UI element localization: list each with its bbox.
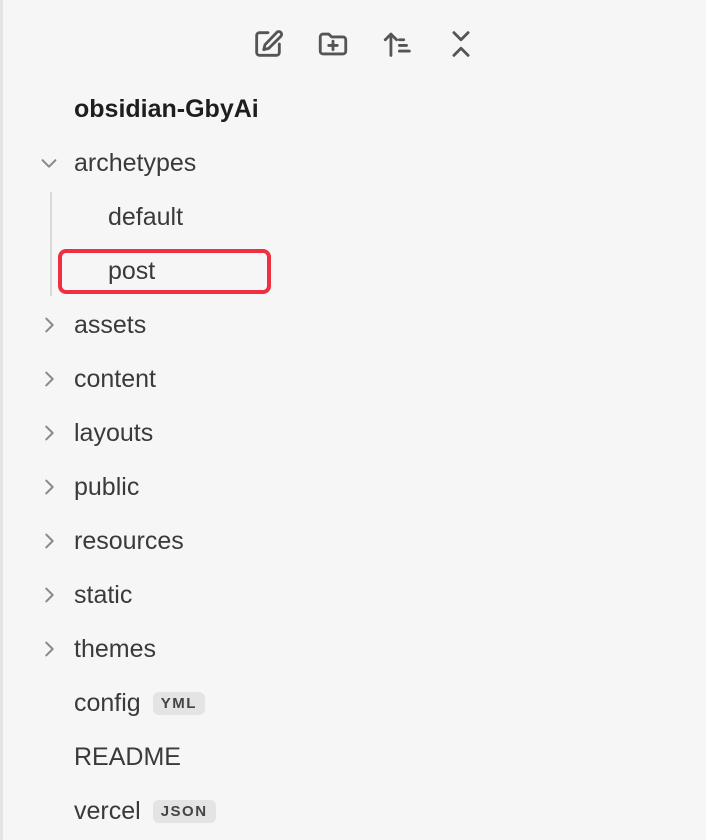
chevron-right-icon[interactable] [38,368,60,390]
file-extension-badge: JSON [152,799,216,823]
folder-public[interactable]: public [0,460,706,514]
chevron-right-icon[interactable] [38,476,60,498]
file-explorer-toolbar [0,24,706,64]
chevron-right-icon[interactable] [38,314,60,336]
file-label: config YML [74,689,205,718]
file-readme[interactable]: README [0,730,706,784]
selection-highlight-box [58,249,271,294]
folder-label: archetypes [74,148,197,177]
folder-label: themes [74,634,156,663]
folder-assets[interactable]: assets [0,298,706,352]
folder-label: layouts [74,418,154,447]
chevron-right-icon[interactable] [38,530,60,552]
chevron-right-icon[interactable] [38,638,60,660]
sort-icon [383,32,411,57]
folder-resources[interactable]: resources [0,514,706,568]
file-label: README [74,742,181,771]
folder-label: public [74,472,140,501]
collapse-icon [452,31,470,57]
folder-static[interactable]: static [0,568,706,622]
folder-content[interactable]: content [0,352,706,406]
folder-label: resources [74,526,184,555]
chevron-right-icon[interactable] [38,584,60,606]
folder-archetypes[interactable]: archetypes [0,136,706,190]
file-label: default [108,202,184,231]
file-extension-badge: YML [152,691,205,715]
sort-button[interactable] [378,24,418,64]
chevron-right-icon[interactable] [38,422,60,444]
folder-label: static [74,580,133,609]
file-name: config [74,688,141,717]
folder-label: assets [74,310,147,339]
vault-root[interactable]: obsidian-GbyAi [0,82,706,136]
folder-plus-icon [318,32,348,56]
file-vercel[interactable]: vercel JSON [0,784,706,838]
edit-icon [255,30,283,57]
file-name: vercel [74,796,141,825]
file-label: vercel JSON [74,797,216,826]
file-default[interactable]: default [0,190,706,244]
folder-layouts[interactable]: layouts [0,406,706,460]
vault-name: obsidian-GbyAi [74,94,259,123]
new-note-button[interactable] [248,24,288,64]
new-folder-button[interactable] [313,24,353,64]
chevron-down-icon[interactable] [38,152,60,174]
collapse-all-button[interactable] [441,24,481,64]
file-config[interactable]: config YML [0,676,706,730]
folder-label: content [74,364,157,393]
folder-themes[interactable]: themes [0,622,706,676]
